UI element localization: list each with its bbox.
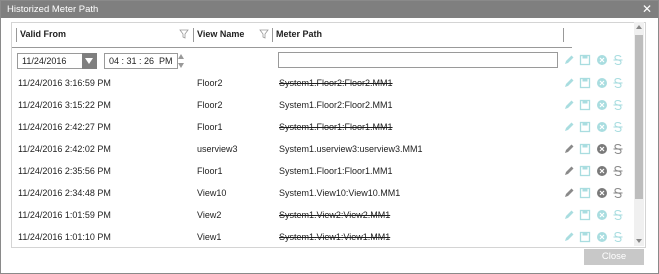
pencil-icon[interactable] — [563, 165, 575, 177]
header-divider — [12, 47, 572, 48]
meter-path-cell: System1.userview3:userview3.MM1 — [279, 144, 423, 154]
cancel-icon[interactable] — [596, 209, 608, 221]
strikethrough-icon[interactable] — [612, 54, 624, 66]
cancel-icon[interactable] — [596, 77, 608, 89]
valid-from-cell: 11/24/2016 3:16:59 PM — [18, 78, 111, 88]
view-name-cell: Floor1 — [197, 122, 223, 132]
view-name-cell: View10 — [197, 188, 227, 198]
pencil-icon[interactable] — [563, 99, 575, 111]
save-icon[interactable] — [579, 143, 591, 155]
pencil-icon[interactable] — [563, 187, 575, 199]
meter-path-cell: System1.Floor2:Floor2.MM1 — [279, 100, 393, 110]
cancel-icon[interactable] — [596, 54, 608, 66]
column-header-meter-path[interactable]: Meter Path — [276, 29, 322, 43]
view-name-cell: Floor1 — [197, 166, 223, 176]
save-icon[interactable] — [579, 187, 591, 199]
date-picker-button[interactable] — [82, 53, 97, 69]
title-bar: Historized Meter Path ✕ — [1, 1, 658, 18]
grid: Valid From View Name Meter Path 11/24/20… — [11, 22, 646, 248]
dialog-title: Historized Meter Path — [7, 4, 99, 15]
date-value: 11/24/2016 — [22, 56, 67, 66]
table-row[interactable]: 11/24/2016 3:15:22 PM Floor2 System1.Floor… — [12, 95, 623, 117]
save-icon[interactable] — [579, 209, 591, 221]
column-separator — [272, 28, 273, 42]
strikethrough-icon[interactable] — [612, 187, 624, 199]
scrollbar-thumb[interactable] — [635, 35, 643, 199]
valid-from-cell: 11/24/2016 2:42:27 PM — [18, 122, 111, 132]
column-separator — [563, 28, 564, 42]
strikethrough-icon[interactable] — [612, 209, 624, 221]
meter-path-cell: System1.Floor2:Floor2.MM1 — [279, 78, 393, 88]
table-row[interactable]: 11/24/2016 1:01:10 PM View1 System1.View1:… — [12, 227, 623, 247]
valid-from-cell: 11/24/2016 2:42:02 PM — [18, 144, 111, 154]
view-name-cell: userview3 — [197, 144, 238, 154]
table-row[interactable]: 11/24/2016 2:42:02 PM userview3 System1.us… — [12, 139, 623, 161]
pencil-icon[interactable] — [563, 54, 575, 66]
pencil-icon[interactable] — [563, 77, 575, 89]
table-row[interactable]: 11/24/2016 3:16:59 PM Floor2 System1.Floor… — [12, 73, 623, 95]
column-header-valid-from[interactable]: Valid From — [20, 29, 66, 43]
strikethrough-icon[interactable] — [612, 165, 624, 177]
filter-icon[interactable] — [259, 29, 269, 39]
strikethrough-icon[interactable] — [612, 99, 624, 111]
view-name-cell: View1 — [197, 232, 222, 242]
time-spinner[interactable] — [177, 52, 185, 70]
meter-path-cell: System1.Floor1:Floor1.MM1 — [279, 166, 393, 176]
save-icon[interactable] — [579, 231, 591, 243]
close-icon[interactable]: ✕ — [640, 2, 654, 16]
pencil-icon[interactable] — [563, 231, 575, 243]
cancel-icon[interactable] — [596, 121, 608, 133]
save-icon[interactable] — [579, 99, 591, 111]
pencil-icon[interactable] — [563, 143, 575, 155]
valid-from-cell: 11/24/2016 1:01:59 PM — [18, 210, 111, 220]
meter-path-input[interactable] — [278, 52, 558, 68]
strikethrough-icon[interactable] — [612, 77, 624, 89]
cancel-icon[interactable] — [596, 99, 608, 111]
save-icon[interactable] — [579, 121, 591, 133]
table-row[interactable]: 11/24/2016 2:42:27 PM Floor1 System1.Floor… — [12, 117, 623, 139]
strikethrough-icon[interactable] — [612, 231, 624, 243]
cancel-icon[interactable] — [596, 165, 608, 177]
view-name-cell: Floor2 — [197, 78, 223, 88]
vertical-scrollbar[interactable] — [634, 22, 644, 246]
column-separator — [16, 28, 17, 42]
valid-from-cell: 11/24/2016 3:15:22 PM — [18, 100, 111, 110]
column-header-view-name[interactable]: View Name — [197, 29, 244, 43]
pencil-icon[interactable] — [563, 209, 575, 221]
valid-from-cell: 11/24/2016 2:34:48 PM — [18, 188, 111, 198]
scroll-up-arrow[interactable] — [636, 25, 642, 29]
cancel-icon[interactable] — [596, 231, 608, 243]
meter-path-cell: System1.View2:View2.MM1 — [279, 210, 391, 220]
save-icon[interactable] — [579, 54, 591, 66]
valid-from-time-input[interactable]: 04 : 31 : 26 PM — [104, 53, 178, 69]
close-button[interactable]: Close — [584, 249, 644, 265]
strikethrough-icon[interactable] — [612, 143, 624, 155]
meter-path-cell: System1.View1:View1.MM1 — [279, 232, 391, 242]
scroll-down-arrow[interactable] — [636, 239, 642, 243]
valid-from-cell: 11/24/2016 2:35:56 PM — [18, 166, 111, 176]
filter-icon[interactable] — [179, 29, 189, 39]
save-icon[interactable] — [579, 165, 591, 177]
time-value: 04 : 31 : 26 PM — [109, 56, 173, 66]
cancel-icon[interactable] — [596, 187, 608, 199]
table-row[interactable]: 11/24/2016 2:35:56 PM Floor1 System1.Floor… — [12, 161, 623, 183]
save-icon[interactable] — [579, 77, 591, 89]
cancel-icon[interactable] — [596, 143, 608, 155]
meter-path-cell: System1.Floor1:Floor1.MM1 — [279, 122, 393, 132]
view-name-cell: Floor2 — [197, 100, 223, 110]
table-row[interactable]: 11/24/2016 2:34:48 PM View10 System1.View1… — [12, 183, 623, 205]
pencil-icon[interactable] — [563, 121, 575, 133]
strikethrough-icon[interactable] — [612, 121, 624, 133]
valid-from-cell: 11/24/2016 1:01:10 PM — [18, 232, 111, 242]
view-name-cell: View2 — [197, 210, 222, 220]
table-row[interactable]: 11/24/2016 1:01:59 PM View2 System1.View2:… — [12, 205, 623, 227]
meter-path-cell: System1.View10:View10.MM1 — [279, 188, 401, 198]
column-separator — [193, 28, 194, 42]
